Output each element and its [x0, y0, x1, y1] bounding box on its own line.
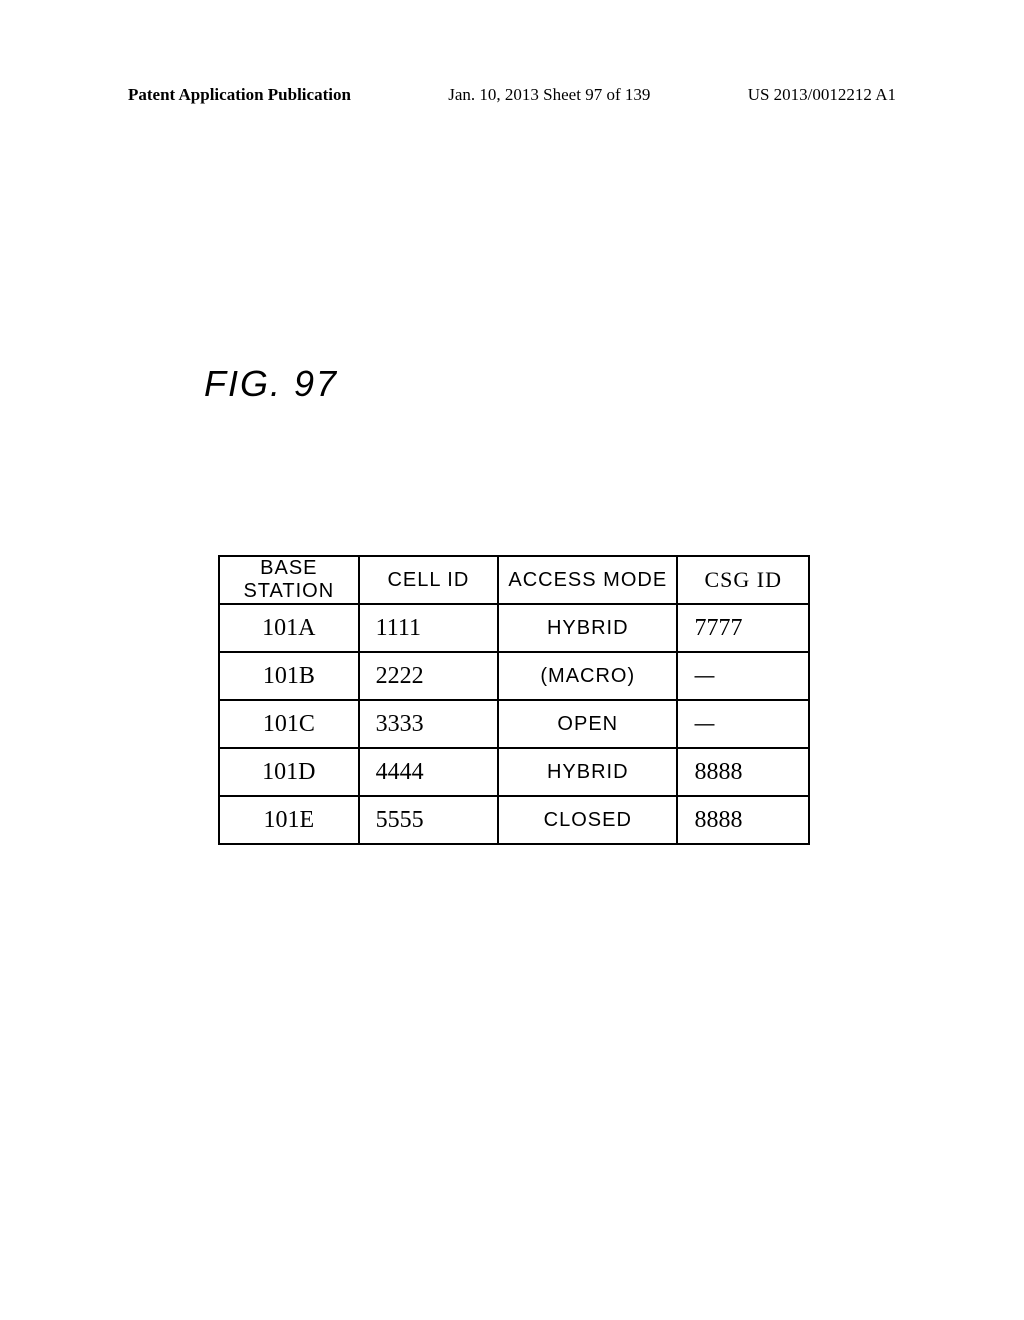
header-publication-type: Patent Application Publication	[128, 85, 351, 105]
cell-csg-id: 8888	[677, 748, 809, 796]
cell-cell-id: 4444	[359, 748, 498, 796]
page-header: Patent Application Publication Jan. 10, …	[0, 85, 1024, 105]
table-row: 101C 3333 OPEN —	[219, 700, 809, 748]
cell-access-mode: HYBRID	[498, 604, 677, 652]
cell-access-mode: HYBRID	[498, 748, 677, 796]
cell-cell-id: 5555	[359, 796, 498, 844]
cell-csg-id: —	[677, 700, 809, 748]
cell-base-station: 101B	[219, 652, 359, 700]
cell-base-station: 101E	[219, 796, 359, 844]
header-cell-id: CELL ID	[359, 556, 498, 604]
cell-csg-id: 8888	[677, 796, 809, 844]
cell-base-station: 101A	[219, 604, 359, 652]
figure-label: FIG. 97	[204, 363, 338, 405]
table-row: 101D 4444 HYBRID 8888	[219, 748, 809, 796]
data-table-container: BASE STATION CELL ID ACCESS MODE CSG ID …	[218, 555, 810, 845]
cell-base-station: 101C	[219, 700, 359, 748]
cell-access-mode: OPEN	[498, 700, 677, 748]
header-sheet-info: Jan. 10, 2013 Sheet 97 of 139	[448, 85, 650, 105]
cell-cell-id: 1111	[359, 604, 498, 652]
base-station-table: BASE STATION CELL ID ACCESS MODE CSG ID …	[218, 555, 810, 845]
table-row: 101A 1111 HYBRID 7777	[219, 604, 809, 652]
header-base-station: BASE STATION	[219, 556, 359, 604]
cell-base-station: 101D	[219, 748, 359, 796]
header-patent-number: US 2013/0012212 A1	[748, 85, 896, 105]
header-csg-id: CSG ID	[677, 556, 809, 604]
table-header-row: BASE STATION CELL ID ACCESS MODE CSG ID	[219, 556, 809, 604]
cell-csg-id: 7777	[677, 604, 809, 652]
cell-csg-id: —	[677, 652, 809, 700]
header-access-mode: ACCESS MODE	[498, 556, 677, 604]
cell-access-mode: CLOSED	[498, 796, 677, 844]
table-row: 101B 2222 (MACRO) —	[219, 652, 809, 700]
cell-access-mode: (MACRO)	[498, 652, 677, 700]
table-row: 101E 5555 CLOSED 8888	[219, 796, 809, 844]
cell-cell-id: 2222	[359, 652, 498, 700]
cell-cell-id: 3333	[359, 700, 498, 748]
